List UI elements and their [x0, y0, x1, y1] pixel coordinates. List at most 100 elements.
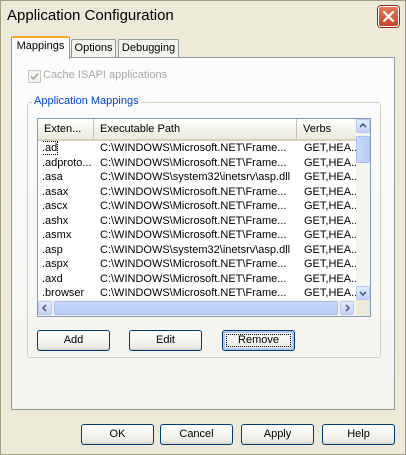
- cell-text: C:\WINDOWS\Microsoft.NET\Frame...: [100, 214, 287, 227]
- scrollbar-corner: [356, 300, 370, 316]
- close-icon: [382, 10, 395, 23]
- cell-executable-path: C:\WINDOWS\Microsoft.NET\Frame...: [100, 156, 300, 171]
- dialog-window: Application Configuration Mappings Optio…: [0, 0, 406, 455]
- apply-button[interactable]: Apply: [241, 424, 314, 445]
- table-row[interactable]: .asp C:\WINDOWS\system32\inetsrv\asp.dll G…: [38, 243, 356, 258]
- cell-extension: .ashx: [42, 214, 98, 229]
- vertical-scrollbar[interactable]: [356, 119, 370, 300]
- horizontal-scrollbar[interactable]: [38, 300, 356, 316]
- application-mappings-label: Application Mappings: [32, 95, 141, 107]
- cell-text: GET,HEA...: [304, 258, 356, 270]
- cell-extension: .ascx: [42, 199, 98, 214]
- table-row[interactable]: .ad C:\WINDOWS\Microsoft.NET\Frame... GET,…: [38, 141, 356, 156]
- cell-verbs: GET,HEA...: [304, 214, 356, 229]
- cell-text: .asax: [42, 185, 69, 198]
- help-button[interactable]: Help: [322, 424, 395, 445]
- title-bar[interactable]: Application Configuration: [1, 1, 405, 32]
- cell-text: GET,HEA...: [304, 185, 356, 198]
- apply-button-label: Apply: [263, 428, 292, 440]
- cell-text: GET,HEA...: [304, 156, 356, 169]
- cell-extension: .ad: [42, 141, 98, 156]
- cell-verbs: GET,HEA...: [304, 170, 356, 185]
- cell-text: C:\WINDOWS\Microsoft.NET\Frame...: [100, 272, 287, 285]
- cell-extension: .aspx: [42, 257, 98, 272]
- cell-extension: .adproto...: [42, 156, 98, 171]
- scroll-right-button[interactable]: [340, 301, 354, 315]
- window-title: Application Configuration: [7, 7, 174, 24]
- cancel-button[interactable]: Cancel: [160, 424, 233, 445]
- column-header-verbs[interactable]: Verbs: [297, 119, 356, 139]
- table-row[interactable]: .browser C:\WINDOWS\Microsoft.NET\Frame..…: [38, 286, 356, 301]
- cell-text: .aspx: [42, 258, 69, 270]
- cell-executable-path: C:\WINDOWS\Microsoft.NET\Frame...: [100, 272, 300, 287]
- column-header-executable-path[interactable]: Executable Path: [94, 119, 297, 139]
- cell-text: C:\WINDOWS\Microsoft.NET\Frame...: [100, 156, 287, 169]
- scroll-up-button[interactable]: [356, 119, 370, 133]
- table-row[interactable]: .adproto... C:\WINDOWS\Microsoft.NET\Fram…: [38, 156, 356, 171]
- cell-executable-path: C:\WINDOWS\system32\inetsrv\asp.dll: [100, 243, 300, 258]
- cell-text: .ad: [42, 141, 59, 155]
- cell-executable-path: C:\WINDOWS\Microsoft.NET\Frame...: [100, 141, 300, 156]
- add-button[interactable]: Add: [37, 330, 110, 351]
- tab-debugging[interactable]: Debugging: [118, 39, 179, 57]
- horizontal-scroll-thumb[interactable]: [54, 301, 338, 315]
- scroll-left-button[interactable]: [38, 301, 52, 315]
- cell-text: GET,HEA...: [304, 214, 356, 227]
- cell-executable-path: C:\WINDOWS\Microsoft.NET\Frame...: [100, 185, 300, 200]
- table-row[interactable]: .axd C:\WINDOWS\Microsoft.NET\Frame... GET…: [38, 272, 356, 287]
- cell-extension: .browser: [42, 286, 98, 301]
- cell-text: .ashx: [42, 214, 69, 227]
- cell-executable-path: C:\WINDOWS\Microsoft.NET\Frame...: [100, 228, 300, 243]
- cell-extension: .asax: [42, 185, 98, 200]
- table-row[interactable]: .asa C:\WINDOWS\system32\inetsrv\asp.dll G…: [38, 170, 356, 185]
- list-rows: .ad C:\WINDOWS\Microsoft.NET\Frame... GET,…: [38, 141, 356, 301]
- mappings-list[interactable]: Exten... Executable Path Verbs .ad C:\WIN…: [37, 118, 371, 317]
- cell-text: C:\WINDOWS\system32\inetsrv\asp.dll: [100, 171, 291, 183]
- cell-extension: .asmx: [42, 228, 98, 243]
- cell-text: C:\WINDOWS\Microsoft.NET\Frame...: [100, 229, 287, 241]
- table-row[interactable]: .ashx C:\WINDOWS\Microsoft.NET\Frame... GE…: [38, 214, 356, 229]
- cell-text: .adproto...: [42, 156, 92, 169]
- cell-text: GET,HEA...: [304, 142, 356, 154]
- column-header-extension[interactable]: Exten...: [38, 119, 94, 139]
- cell-executable-path: C:\WINDOWS\Microsoft.NET\Frame...: [100, 214, 300, 229]
- cell-executable-path: C:\WINDOWS\system32\inetsrv\asp.dll: [100, 170, 300, 185]
- cell-text: GET,HEA...: [304, 229, 356, 241]
- list-header: Exten... Executable Path Verbs: [38, 119, 356, 141]
- close-button[interactable]: [378, 6, 399, 27]
- cell-text: GET,HEA...: [304, 243, 356, 256]
- cell-text: .asa: [42, 171, 63, 183]
- cell-text: GET,HEA...: [304, 200, 356, 212]
- cell-text: GET,HEA...: [304, 287, 356, 299]
- cell-verbs: GET,HEA...: [304, 286, 356, 301]
- cell-verbs: GET,HEA...: [304, 156, 356, 171]
- cell-verbs: GET,HEA...: [304, 243, 356, 258]
- cell-text: C:\WINDOWS\Microsoft.NET\Frame...: [100, 287, 287, 299]
- cell-text: C:\WINDOWS\Microsoft.NET\Frame...: [100, 200, 287, 212]
- cell-verbs: GET,HEA...: [304, 185, 356, 200]
- scroll-right-icon: [345, 304, 351, 312]
- table-row[interactable]: .asax C:\WINDOWS\Microsoft.NET\Frame... GE…: [38, 185, 356, 200]
- cell-text: .axd: [42, 272, 63, 285]
- cell-extension: .asa: [42, 170, 98, 185]
- tab-mappings[interactable]: Mappings: [11, 36, 70, 59]
- table-row[interactable]: .asmx C:\WINDOWS\Microsoft.NET\Frame... GE…: [38, 228, 356, 243]
- table-row[interactable]: .ascx C:\WINDOWS\Microsoft.NET\Frame... GE…: [38, 199, 356, 214]
- remove-button[interactable]: Remove: [222, 330, 295, 351]
- edit-button[interactable]: Edit: [129, 330, 202, 351]
- ok-button[interactable]: OK: [81, 424, 154, 445]
- tab-options[interactable]: Options: [71, 39, 116, 57]
- table-row[interactable]: .aspx C:\WINDOWS\Microsoft.NET\Frame... GE…: [38, 257, 356, 272]
- vertical-scroll-thumb[interactable]: [356, 136, 370, 163]
- scroll-down-icon: [359, 291, 367, 297]
- cell-verbs: GET,HEA...: [304, 199, 356, 214]
- scroll-down-button[interactable]: [356, 286, 370, 300]
- cell-verbs: GET,HEA...: [304, 257, 356, 272]
- cell-text: GET,HEA...: [304, 272, 356, 285]
- cell-text: .browser: [42, 287, 85, 299]
- cache-isapi-checkbox[interactable]: [28, 70, 41, 83]
- add-button-label: Add: [63, 334, 84, 346]
- cell-text: C:\WINDOWS\Microsoft.NET\Frame...: [100, 185, 287, 198]
- cell-text: GET,HEA...: [304, 171, 356, 183]
- scroll-up-icon: [359, 122, 367, 128]
